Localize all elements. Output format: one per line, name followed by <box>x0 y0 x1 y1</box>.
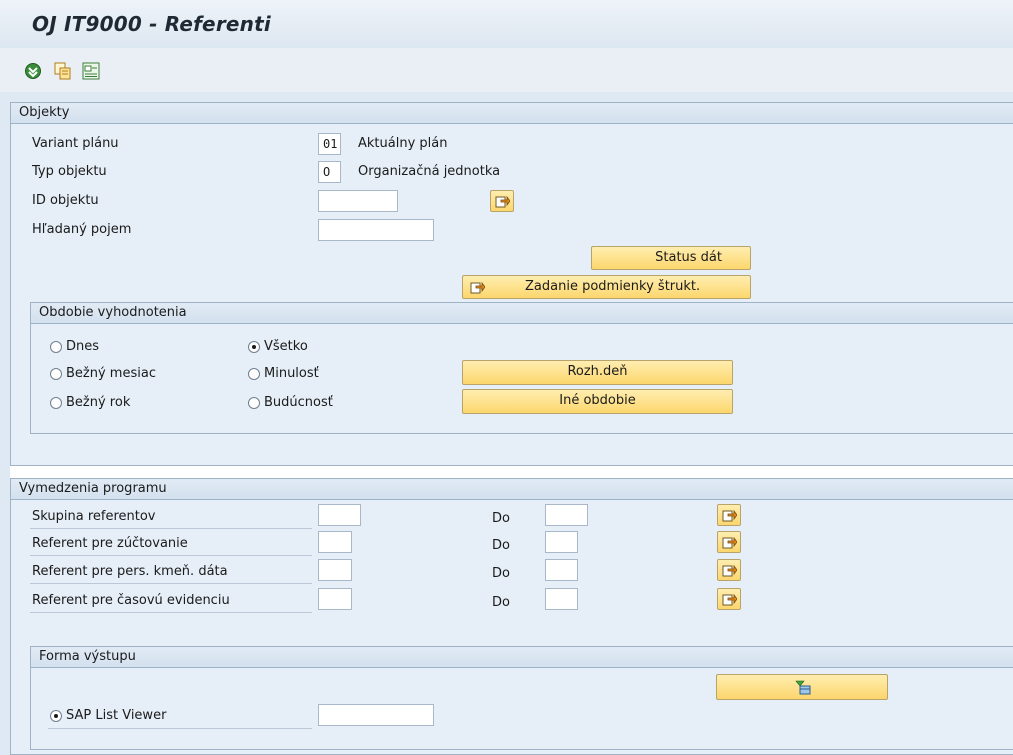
radio-label: Všetko <box>264 339 308 354</box>
radio-label: Minulosť <box>264 366 319 381</box>
id-field[interactable] <box>318 190 398 212</box>
radio-label: SAP List Viewer <box>66 708 167 723</box>
radio-alv[interactable]: SAP List Viewer <box>48 706 312 729</box>
layout-icon <box>795 680 811 695</box>
casova-evidencia-from-field[interactable] <box>318 588 352 610</box>
radio-label: Dnes <box>66 339 100 354</box>
other-period-button[interactable]: Iné obdobie <box>462 389 733 414</box>
radio-bezny-rok[interactable]: Bežný rok <box>50 395 210 415</box>
pers-kmen-multi-select-button[interactable] <box>717 559 741 581</box>
pers-kmen-from-field[interactable] <box>318 559 352 581</box>
radio-label: Budúcnosť <box>264 395 333 410</box>
typ-label: Typ objektu <box>32 164 107 179</box>
radio-button-selected[interactable] <box>248 341 260 353</box>
objekty-header: Objekty <box>11 103 1013 124</box>
status-data-button[interactable]: Status dát <box>591 246 751 270</box>
typ-field[interactable]: O <box>318 161 341 183</box>
structure-condition-button[interactable]: Zadanie podmienky štrukt. <box>462 275 751 299</box>
zuctovanie-from-field[interactable] <box>318 531 352 553</box>
vymedzenia-header: Vymedzenia programu <box>11 479 1013 500</box>
choose-layout-button[interactable] <box>716 674 888 700</box>
row-label: Referent pre pers. kmeň. dáta <box>32 564 228 579</box>
radio-button[interactable] <box>50 368 62 380</box>
row-skupina: Skupina referentov <box>30 506 312 529</box>
row-casova-evidencia: Referent pre časovú evidenciu <box>30 590 312 613</box>
row-zuctovanie: Referent pre zúčtovanie <box>30 533 312 556</box>
radio-vsetko[interactable]: Všetko <box>248 339 408 359</box>
multiple-selection-icon <box>722 593 737 606</box>
zuctovanie-to-field[interactable] <box>545 531 578 553</box>
radio-minulost[interactable]: Minulosť <box>248 366 408 386</box>
variant-field[interactable]: 01 <box>318 133 341 155</box>
key-date-button[interactable]: Rozh.deň <box>462 360 733 385</box>
execute-icon[interactable] <box>24 62 42 80</box>
radio-button[interactable] <box>248 397 260 409</box>
row-label: Referent pre časovú evidenciu <box>32 593 230 608</box>
casova-evidencia-multi-select-button[interactable] <box>717 588 741 610</box>
radio-button[interactable] <box>50 341 62 353</box>
to-label: Do <box>492 538 510 553</box>
radio-bezny-mesiac[interactable]: Bežný mesiac <box>50 366 210 386</box>
casova-evidencia-to-field[interactable] <box>545 588 578 610</box>
multiple-selection-icon <box>722 536 737 549</box>
variant-text: Aktuálny plán <box>358 136 448 151</box>
forma-header: Forma výstupu <box>31 647 1013 668</box>
radio-buducnost[interactable]: Budúcnosť <box>248 395 408 415</box>
multiple-selection-icon <box>722 509 737 522</box>
radio-button-selected[interactable] <box>50 710 62 722</box>
to-label: Do <box>492 511 510 526</box>
radio-button[interactable] <box>50 397 62 409</box>
radio-label: Bežný rok <box>66 395 131 410</box>
skupina-to-field[interactable] <box>545 504 588 526</box>
id-selection-button[interactable] <box>490 190 514 212</box>
row-label: Skupina referentov <box>32 509 156 524</box>
radio-button[interactable] <box>248 368 260 380</box>
search-field[interactable] <box>318 219 434 241</box>
page-title: OJ IT9000 - Referenti <box>32 12 271 36</box>
multiple-selection-icon <box>722 564 737 577</box>
application-toolbar <box>0 48 1013 92</box>
obdobie-header: Obdobie vyhodnotenia <box>31 303 1013 324</box>
id-label: ID objektu <box>32 193 99 208</box>
row-label: Referent pre zúčtovanie <box>32 536 188 551</box>
to-label: Do <box>492 595 510 610</box>
row-pers-kmen: Referent pre pers. kmeň. dáta <box>30 561 312 584</box>
title-bar: OJ IT9000 - Referenti <box>0 0 1013 48</box>
multiple-selection-icon <box>470 281 485 294</box>
layout-field[interactable] <box>318 704 434 726</box>
search-label: Hľadaný pojem <box>32 222 132 237</box>
selection-options-icon[interactable] <box>82 62 100 80</box>
radio-dnes[interactable]: Dnes <box>50 339 210 359</box>
skupina-from-field[interactable] <box>318 504 361 526</box>
zuctovanie-multi-select-button[interactable] <box>717 531 741 553</box>
typ-text: Organizačná jednotka <box>358 164 501 179</box>
to-label: Do <box>492 566 510 581</box>
variant-label: Variant plánu <box>32 136 119 151</box>
copy-variant-icon[interactable] <box>54 62 72 80</box>
pers-kmen-to-field[interactable] <box>545 559 578 581</box>
multiple-selection-icon <box>495 195 510 208</box>
structure-condition-label: Zadanie podmienky štrukt. <box>525 279 701 294</box>
radio-label: Bežný mesiac <box>66 366 156 381</box>
skupina-multi-select-button[interactable] <box>717 504 741 526</box>
